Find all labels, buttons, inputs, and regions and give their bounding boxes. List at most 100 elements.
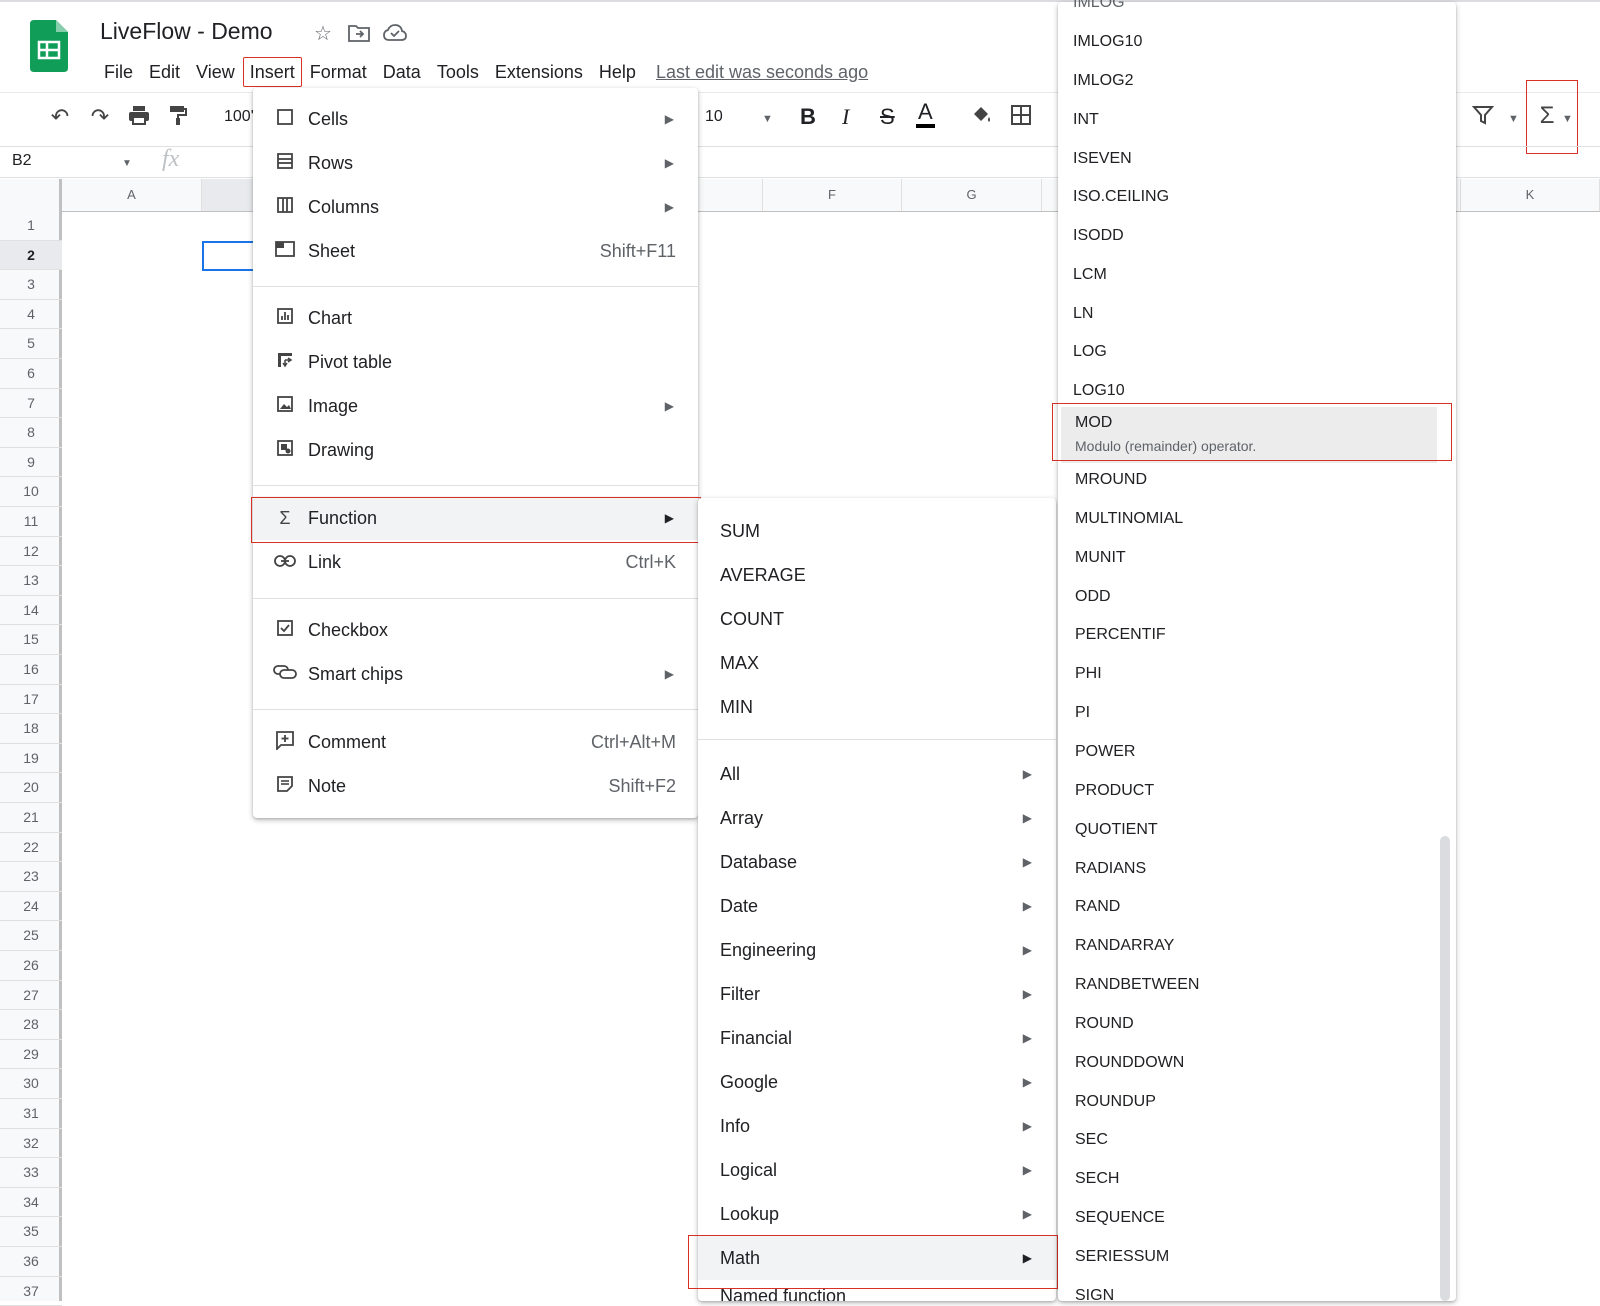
math-munit-item[interactable]: MUNIT <box>1075 549 1126 567</box>
row-header-26[interactable]: 26 <box>0 951 62 981</box>
insert-drawing-item[interactable]: Drawing <box>253 428 698 472</box>
menu-edit[interactable]: Edit <box>141 57 188 87</box>
math-phi-item[interactable]: PHI <box>1075 665 1102 683</box>
insert-sheet-item[interactable]: Sheet Shift+F11 <box>253 229 698 273</box>
filter-icon[interactable] <box>1468 104 1498 132</box>
insert-rows-item[interactable]: Rows ▶ <box>253 141 698 185</box>
function-average-item[interactable]: AVERAGE <box>698 553 1056 597</box>
insert-chart-item[interactable]: Chart <box>253 296 698 340</box>
math-log-item[interactable]: LOG <box>1073 343 1107 361</box>
category-database-item[interactable]: Database ▶ <box>698 840 1056 884</box>
math-rounddown-item[interactable]: ROUNDDOWN <box>1075 1054 1184 1072</box>
insert-comment-item[interactable]: Comment Ctrl+Alt+M <box>253 720 698 764</box>
math-imlog-item[interactable]: IMLOG <box>1073 0 1125 8</box>
math-log10-item[interactable]: LOG10 <box>1073 382 1125 400</box>
function-min-item[interactable]: MIN <box>698 685 1056 729</box>
row-header-27[interactable]: 27 <box>0 981 62 1011</box>
select-all-corner[interactable] <box>0 179 62 211</box>
italic-button[interactable]: I <box>842 104 849 130</box>
math-power-item[interactable]: POWER <box>1075 743 1135 761</box>
math-rand-item[interactable]: RAND <box>1075 898 1120 916</box>
row-header-34[interactable]: 34 <box>0 1188 62 1218</box>
row-header-32[interactable]: 32 <box>0 1129 62 1159</box>
math-imlog2-item[interactable]: IMLOG2 <box>1073 72 1133 90</box>
zoom-select[interactable]: 100' <box>224 108 254 126</box>
row-header-6[interactable]: 6 <box>0 359 62 389</box>
row-header-33[interactable]: 33 <box>0 1158 62 1188</box>
column-header-k[interactable]: K <box>1460 179 1600 211</box>
insert-checkbox-item[interactable]: Checkbox <box>253 608 698 652</box>
row-header-21[interactable]: 21 <box>0 803 62 833</box>
borders-icon[interactable] <box>1006 104 1036 132</box>
cloud-status-icon[interactable] <box>382 22 408 44</box>
row-header-8[interactable]: 8 <box>0 418 62 448</box>
column-header-g[interactable]: G <box>902 179 1042 211</box>
insert-columns-item[interactable]: Columns ▶ <box>253 185 698 229</box>
strikethrough-button[interactable]: S <box>880 104 895 130</box>
column-header-a[interactable]: A <box>62 179 202 211</box>
row-header-25[interactable]: 25 <box>0 921 62 951</box>
math-odd-item[interactable]: ODD <box>1075 588 1111 606</box>
menu-file[interactable]: File <box>96 57 141 87</box>
row-header-13[interactable]: 13 <box>0 566 62 596</box>
category-filter-item[interactable]: Filter ▶ <box>698 972 1056 1016</box>
category-all-item[interactable]: All ▶ <box>698 752 1056 796</box>
print-icon[interactable] <box>124 104 154 132</box>
math-randbetween-item[interactable]: RANDBETWEEN <box>1075 976 1199 994</box>
row-header-36[interactable]: 36 <box>0 1247 62 1277</box>
insert-link-item[interactable]: Link Ctrl+K <box>253 540 698 584</box>
math-percentif-item[interactable]: PERCENTIF <box>1075 626 1166 644</box>
move-to-folder-icon[interactable] <box>346 22 372 44</box>
math-quotient-item[interactable]: QUOTIENT <box>1075 821 1158 839</box>
column-header-f[interactable]: F <box>762 179 902 211</box>
insert-image-item[interactable]: Image ▶ <box>253 384 698 428</box>
math-sech-item[interactable]: SECH <box>1075 1170 1119 1188</box>
row-header-24[interactable]: 24 <box>0 892 62 922</box>
row-header-4[interactable]: 4 <box>0 300 62 330</box>
row-header-11[interactable]: 11 <box>0 507 62 537</box>
math-round-item[interactable]: ROUND <box>1075 1015 1134 1033</box>
row-header-3[interactable]: 3 <box>0 270 62 300</box>
row-header-12[interactable]: 12 <box>0 537 62 567</box>
row-header-7[interactable]: 7 <box>0 389 62 419</box>
category-financial-item[interactable]: Financial ▶ <box>698 1016 1056 1060</box>
name-box[interactable]: B2 <box>12 152 32 170</box>
category-info-item[interactable]: Info ▶ <box>698 1104 1056 1148</box>
category-date-item[interactable]: Date ▶ <box>698 884 1056 928</box>
name-box-caret-icon[interactable]: ▼ <box>122 158 132 169</box>
math-submenu-scrollbar[interactable] <box>1440 836 1450 1301</box>
row-header-31[interactable]: 31 <box>0 1099 62 1129</box>
row-header-28[interactable]: 28 <box>0 1010 62 1040</box>
insert-pivot-table-item[interactable]: Pivot table <box>253 340 698 384</box>
paint-format-icon[interactable] <box>163 104 193 132</box>
row-header-35[interactable]: 35 <box>0 1217 62 1247</box>
row-header-5[interactable]: 5 <box>0 329 62 359</box>
math-roundup-item[interactable]: ROUNDUP <box>1075 1093 1156 1111</box>
filter-caret-icon[interactable]: ▼ <box>1508 113 1519 125</box>
menu-help[interactable]: Help <box>591 57 644 87</box>
math-radians-item[interactable]: RADIANS <box>1075 860 1146 878</box>
math-isodd-item[interactable]: ISODD <box>1073 227 1124 245</box>
row-header-20[interactable]: 20 <box>0 773 62 803</box>
sheets-logo-icon[interactable] <box>30 20 68 72</box>
redo-icon[interactable]: ↷ <box>85 104 115 130</box>
math-iseven-item[interactable]: ISEVEN <box>1073 150 1132 168</box>
row-header-10[interactable]: 10 <box>0 477 62 507</box>
row-header-14[interactable]: 14 <box>0 596 62 626</box>
math-sign-item[interactable]: SIGN <box>1075 1287 1114 1305</box>
math-pi-item[interactable]: PI <box>1075 704 1090 722</box>
row-header-19[interactable]: 19 <box>0 744 62 774</box>
star-icon[interactable]: ☆ <box>310 22 336 45</box>
insert-note-item[interactable]: Note Shift+F2 <box>253 764 698 808</box>
undo-icon[interactable]: ↶ <box>45 104 75 130</box>
math-sec-item[interactable]: SEC <box>1075 1131 1108 1149</box>
insert-cells-item[interactable]: Cells ▶ <box>253 97 698 141</box>
math-imlog10-item[interactable]: IMLOG10 <box>1073 33 1142 51</box>
menu-format[interactable]: Format <box>302 57 375 87</box>
row-header-22[interactable]: 22 <box>0 833 62 863</box>
row-header-15[interactable]: 15 <box>0 625 62 655</box>
menu-insert[interactable]: Insert <box>242 57 302 87</box>
math-int-item[interactable]: INT <box>1073 111 1099 129</box>
row-header-18[interactable]: 18 <box>0 714 62 744</box>
bold-button[interactable]: B <box>800 104 816 130</box>
